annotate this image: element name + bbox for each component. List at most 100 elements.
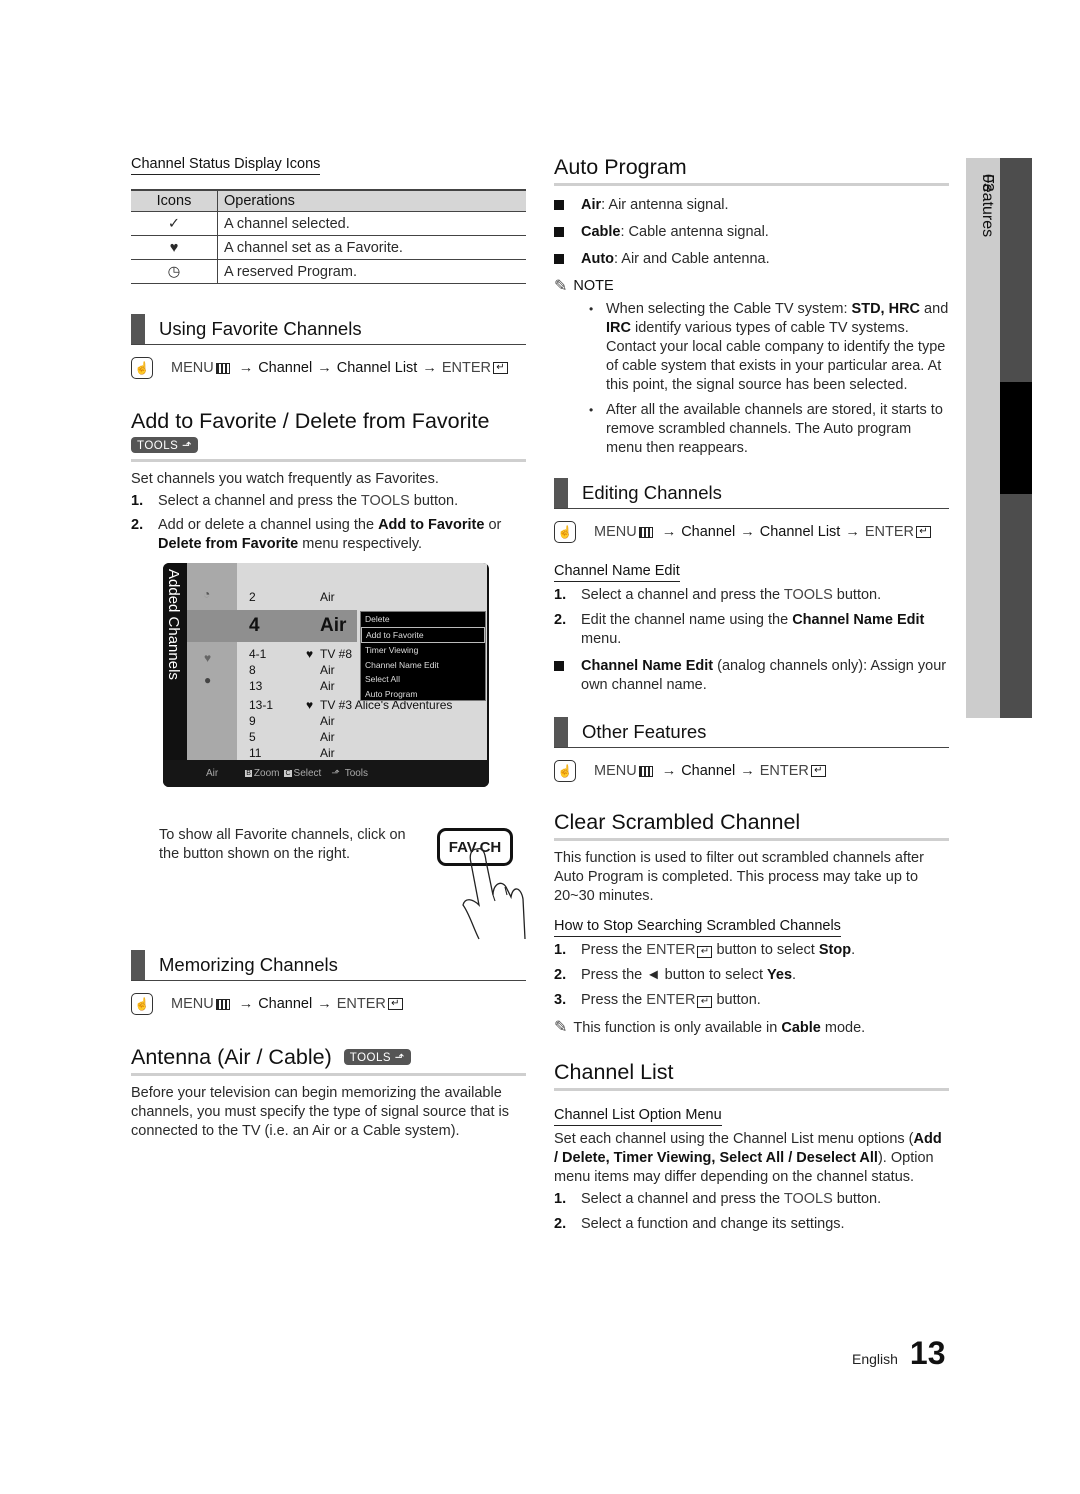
chapter-tab-marker xyxy=(1000,382,1032,494)
menu-step: Channel xyxy=(258,360,313,376)
add-favorite-heading: Add to Favorite / Delete from Favorite xyxy=(131,409,490,433)
pencil-note-icon: ✎ xyxy=(554,1019,568,1036)
clear-scrambled-heading: Clear Scrambled Channel xyxy=(554,810,949,841)
channel-name: Air xyxy=(320,590,335,604)
menu-path: ☝ MENU → Channel → Channel List → ENTER ↵ xyxy=(554,521,949,543)
menu-path: ☝ MENU → Channel → ENTER ↵ xyxy=(554,760,949,782)
menu-key: MENU xyxy=(171,996,214,1012)
menu-path: ☝ MENU → Channel → Channel List → ENTER ↵ xyxy=(131,357,526,379)
channel-name: Air xyxy=(320,730,335,744)
enter-key: ENTER xyxy=(336,996,386,1012)
arrow-icon: → xyxy=(238,996,254,1012)
editing-heading: Editing Channels xyxy=(554,478,949,509)
menu-icon xyxy=(638,765,653,777)
popup-item-add-to-favorite[interactable]: Add to Favorite xyxy=(361,626,485,644)
note-label: ✎ NOTE xyxy=(554,278,614,295)
chapter-tab: 03 Basic Features xyxy=(966,158,1014,718)
arrow-icon: → xyxy=(661,524,677,540)
menu-key: MENU xyxy=(594,524,637,540)
heart-icon: ♥ xyxy=(131,235,218,260)
menu-step: Channel xyxy=(258,996,313,1012)
step-item: 3. Press the ENTER ↵ button. xyxy=(554,992,761,1008)
right-column: Auto Program Air: Air antenna signal. Ca… xyxy=(554,155,949,1234)
left-column: Channel Status Display Icons Icons Opera… xyxy=(131,155,526,554)
globe-icon: ● xyxy=(204,673,212,687)
enter-icon: ↵ xyxy=(492,362,508,374)
enter-icon: ↵ xyxy=(915,526,931,538)
source-label: Air xyxy=(206,768,219,779)
cable-mode-note: ✎ This function is only available in Cabl… xyxy=(554,1019,866,1036)
tools-badge: TOOLS ⬏ xyxy=(343,1049,411,1065)
channel-name: Air xyxy=(320,679,335,693)
tv-icon-column: ◔ + ♥ ● xyxy=(187,563,237,760)
heading-text: Other Features xyxy=(582,721,707,742)
enter-key: ENTER xyxy=(864,524,914,540)
select-label: Select xyxy=(293,768,322,779)
note-item: • When selecting the Cable TV system: STD… xyxy=(589,301,949,393)
page-number: 13 xyxy=(909,1335,946,1371)
channel-name: Air xyxy=(320,714,335,728)
left-arrow-icon: ◄ xyxy=(646,967,661,983)
arrow-icon: → xyxy=(317,360,332,376)
channel-number: 13 xyxy=(249,679,263,693)
add-favorite-section: Add to Favorite / Delete from Favorite T… xyxy=(131,409,526,554)
channel-list-body: Set each channel using the Channel List … xyxy=(554,1131,942,1185)
other-features-heading: Other Features xyxy=(554,717,949,748)
popup-item-delete[interactable]: Delete xyxy=(361,612,485,627)
popup-item-timer-viewing[interactable]: Timer Viewing xyxy=(361,643,485,658)
selected-channel-name: Air xyxy=(320,615,347,636)
hand-remote-icon: ☝ xyxy=(131,993,153,1015)
auto-program-heading: Auto Program xyxy=(554,155,949,186)
status-icons-heading: Channel Status Display Icons xyxy=(131,156,321,175)
pencil-note-icon: ✎ xyxy=(554,278,568,295)
popup-item-auto-program[interactable]: Auto Program xyxy=(361,687,485,702)
heading-text: Editing Channels xyxy=(582,482,722,503)
hand-remote-icon: ☝ xyxy=(554,760,576,782)
channel-number: 13-1 xyxy=(249,698,274,712)
arrow-icon: → xyxy=(845,524,860,540)
heading-bar xyxy=(554,478,568,508)
bullet-item: Channel Name Edit (analog channels only)… xyxy=(554,657,949,695)
heart-icon: ♥ xyxy=(204,651,212,665)
heading-text: Antenna (Air / Cable) xyxy=(131,1045,332,1069)
table-row: ✓ A channel selected. xyxy=(131,211,526,236)
antenna-body: Before your television can begin memoriz… xyxy=(131,1085,510,1139)
operation-text: A channel set as a Favorite. xyxy=(217,235,526,260)
channel-name: Air xyxy=(320,746,335,760)
add-favorite-intro: Set channels you watch frequently as Fav… xyxy=(131,471,439,487)
arrow-icon: → xyxy=(238,360,254,376)
selected-channel-number: 4 xyxy=(249,615,260,636)
channel-number: 8 xyxy=(249,663,256,677)
selected-channel-bar[interactable]: 4 Air xyxy=(187,610,357,642)
menu-step: Channel xyxy=(681,763,736,779)
tv-side-label: Added Channels xyxy=(163,563,187,760)
enter-icon: ↵ xyxy=(810,765,826,777)
menu-step: Channel List xyxy=(336,360,418,376)
tools-popup-menu: Delete Add to Favorite Timer Viewing Cha… xyxy=(360,611,486,701)
enter-icon: ↵ xyxy=(697,996,713,1008)
tools-icon: ⬏ xyxy=(331,768,340,779)
pointing-hand-icon xyxy=(462,847,526,940)
channel-name: Air xyxy=(320,663,335,677)
menu-key: MENU xyxy=(594,763,637,779)
tools-badge: TOOLS ⬏ xyxy=(131,437,199,453)
fav-ch-instruction: To show all Favorite channels, click on … xyxy=(159,827,406,862)
clear-scrambled-body: This function is used to filter out scra… xyxy=(554,850,924,904)
step-item: 2. Edit the channel name using the Channe… xyxy=(554,612,925,647)
arrow-icon: → xyxy=(740,524,755,540)
channel-number: 4-1 xyxy=(249,647,267,661)
step-item: 1. Press the ENTER ↵ button to select Stop… xyxy=(554,942,856,958)
page-footer: English 13 xyxy=(852,1335,946,1372)
popup-item-select-all[interactable]: Select All xyxy=(361,672,485,687)
step-item: 2. Add or delete a channel using the Add… xyxy=(131,517,502,552)
memorizing-heading: Memorizing Channels xyxy=(131,950,526,981)
menu-icon xyxy=(215,362,230,374)
popup-item-channel-name-edit[interactable]: Channel Name Edit xyxy=(361,658,485,673)
menu-path: ☝ MENU → Channel → ENTER ↵ xyxy=(131,993,526,1015)
bullet-item: Cable: Cable antenna signal. xyxy=(554,223,949,242)
channel-fav-heart-icon: ♥ xyxy=(306,698,314,712)
stop-searching-subheading: How to Stop Searching Scrambled Channels xyxy=(554,918,841,937)
operation-text: A reserved Program. xyxy=(217,259,526,284)
col-header-icons: Icons xyxy=(131,189,218,212)
heading-bar xyxy=(131,314,145,344)
